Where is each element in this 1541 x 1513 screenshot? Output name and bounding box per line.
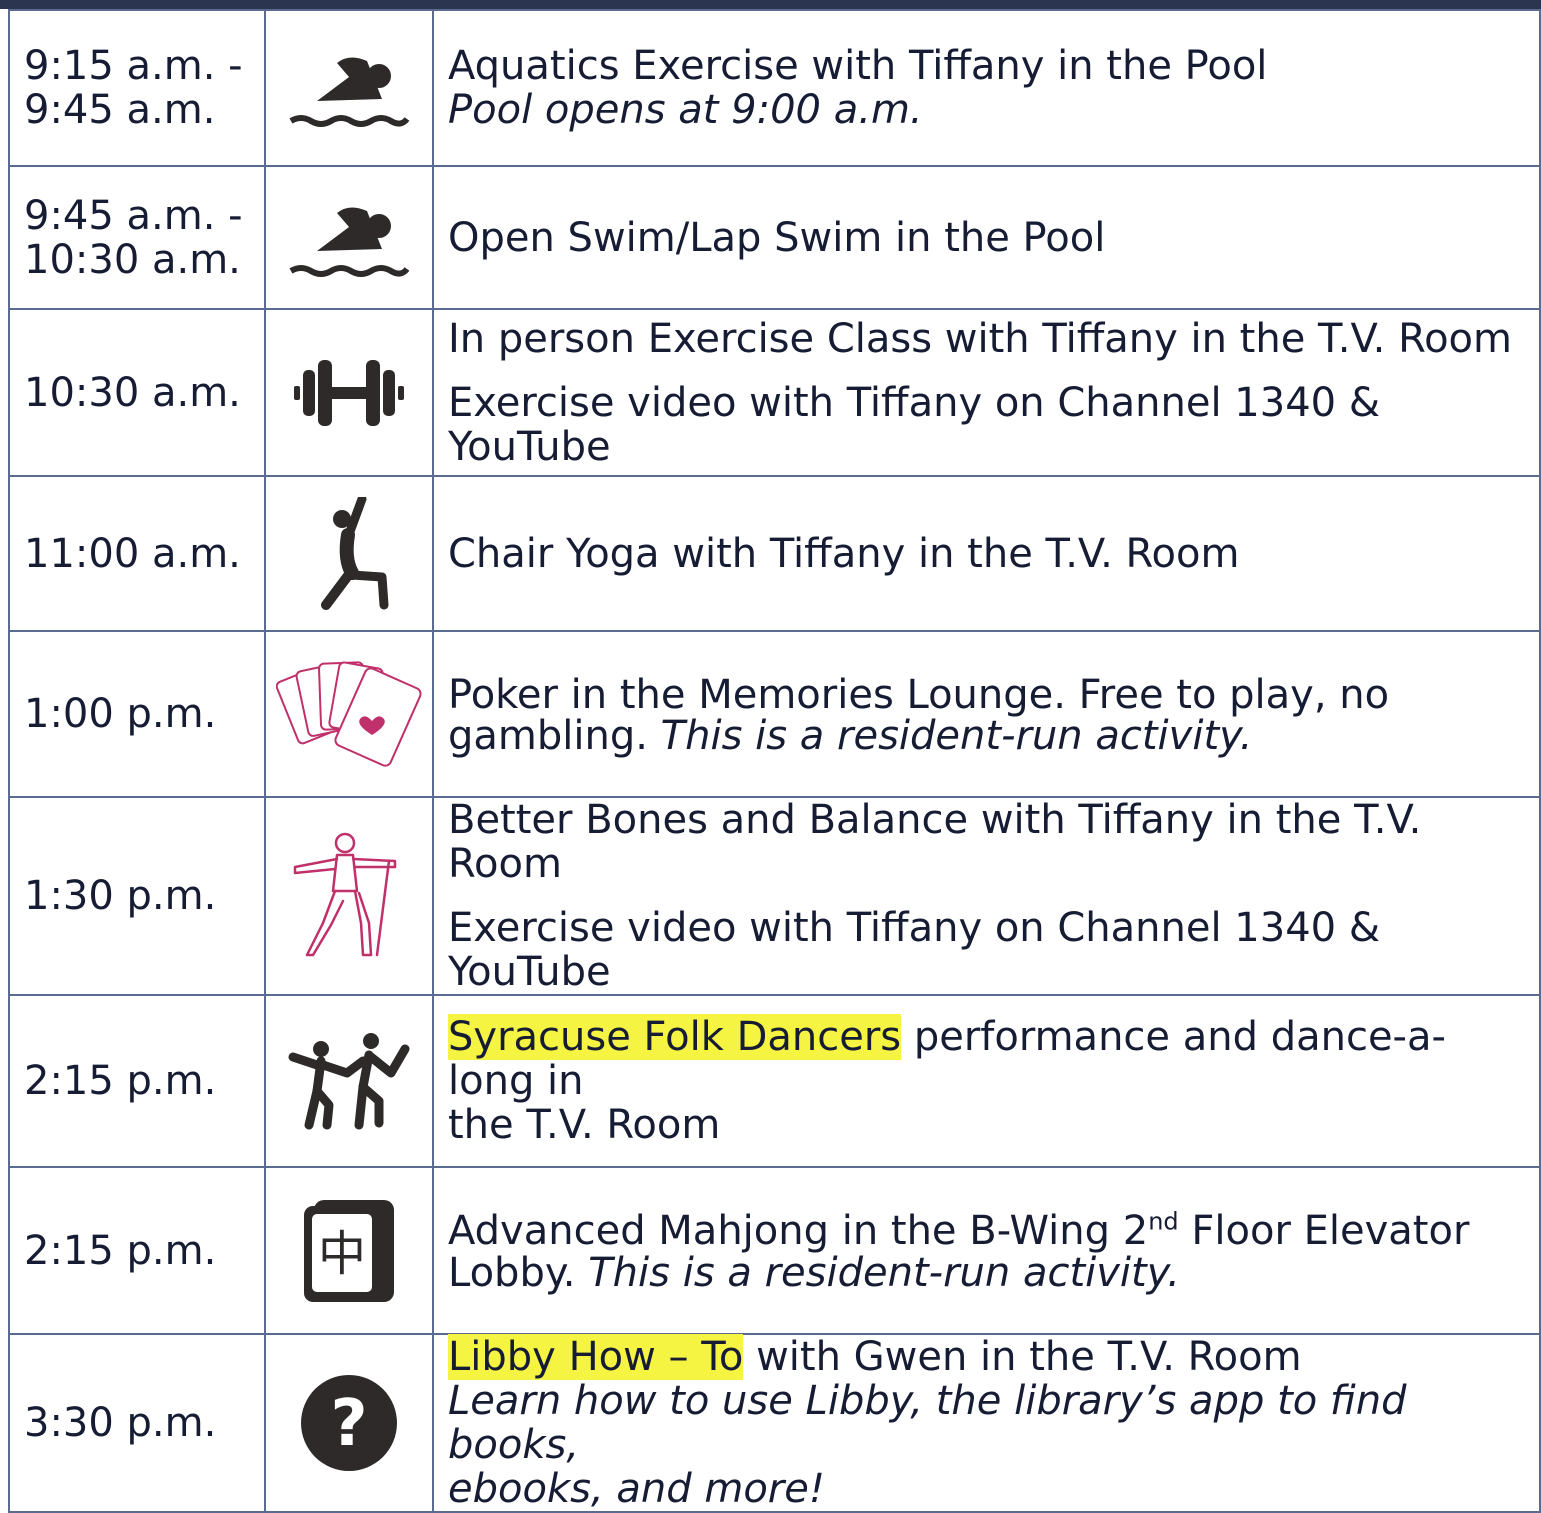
activity-note: gambling. This is a resident-run activit… [448, 716, 1531, 756]
icon-cell: ? [264, 1333, 434, 1513]
highlighted-text: Libby How – To [448, 1334, 744, 1380]
activity-text: Lobby. [448, 1249, 576, 1296]
activity-title: Open Swim/Lap Swim in the Pool [448, 214, 1106, 261]
time-cell: 3:30 p.m. [8, 1333, 266, 1513]
time-end: 9:45 a.m. [24, 87, 216, 133]
activity-text: Advanced Mahjong in the B-Wing 2 [448, 1207, 1149, 1254]
resident-run-note: This is a resident-run activity. [588, 1249, 1180, 1296]
activity-note: ebooks, and more! [448, 1466, 825, 1512]
table-row: 10:30 a.m. In person Exercise Class with… [8, 308, 1541, 477]
time-cell: 2:15 p.m. [8, 994, 266, 1168]
time-cell: 1:30 p.m. [8, 796, 266, 996]
table-row: 1:00 p.m. Poker in the Memories Lounge. … [8, 630, 1541, 798]
time-cell: 9:15 a.m. - 9:45 a.m. [8, 9, 266, 167]
table-row: 1:30 p.m. Better Bones and Balance with … [8, 796, 1541, 996]
svg-text:?: ? [330, 1387, 367, 1461]
playing-cards-icon [276, 661, 422, 767]
ordinal-suffix: nd [1148, 1207, 1179, 1236]
dancers-icon [288, 1033, 410, 1130]
icon-cell [264, 308, 434, 477]
time-cell: 10:30 a.m. [8, 308, 266, 477]
table-row: 2:15 p.m. Syracuse Folk Dancers performa… [8, 994, 1541, 1168]
activity-cell: Advanced Mahjong in the B-Wing 2nd Floor… [432, 1166, 1541, 1335]
activity-title: Better Bones and Balance with Tiffany in… [448, 797, 1422, 887]
time-start: 3:30 p.m. [24, 1400, 217, 1446]
icon-cell: 中 [264, 1166, 434, 1335]
time-start: 1:30 p.m. [24, 873, 217, 919]
activity-cell: Poker in the Memories Lounge. Free to pl… [432, 630, 1541, 798]
time-start: 9:15 a.m. - [24, 43, 243, 89]
table-row: 11:00 a.m. Chair Yoga with Tiffany in th… [8, 475, 1541, 632]
activity-cell: Syracuse Folk Dancers performance and da… [432, 994, 1541, 1168]
time-start: 2:15 p.m. [24, 1058, 217, 1104]
activity-note: Exercise video with Tiffany on Channel 1… [448, 379, 1381, 470]
icon-cell [264, 994, 434, 1168]
activity-text: with Gwen in the T.V. Room [756, 1334, 1302, 1380]
table-row: 9:15 a.m. - 9:45 a.m. Aquatics Exercise … [8, 9, 1541, 167]
schedule-table: 9:15 a.m. - 9:45 a.m. Aquatics Exercise … [8, 9, 1541, 1513]
activity-text: Floor Elevator [1191, 1207, 1470, 1254]
table-row: 3:30 p.m. ? Libby How – To with Gwen in … [8, 1333, 1541, 1513]
question-mark-icon: ? [301, 1375, 397, 1471]
swimmer-icon [289, 206, 410, 277]
activity-title: Chair Yoga with Tiffany in the T.V. Room [448, 530, 1240, 577]
activity-cell: Aquatics Exercise with Tiffany in the Po… [432, 9, 1541, 167]
activity-cell: Better Bones and Balance with Tiffany in… [432, 796, 1541, 996]
activity-note: Pool opens at 9:00 a.m. [448, 87, 923, 133]
activity-note: Exercise video with Tiffany on Channel 1… [448, 905, 1381, 995]
activity-title: In person Exercise Class with Tiffany in… [448, 315, 1512, 362]
svg-text:中: 中 [318, 1226, 366, 1282]
mahjong-tile-icon: 中 [304, 1199, 394, 1302]
time-start: 1:00 p.m. [24, 691, 217, 737]
activity-cell: Libby How – To with Gwen in the T.V. Roo… [432, 1333, 1541, 1513]
table-row: 2:15 p.m. 中 Advanced Mahjong in the B-Wi… [8, 1166, 1541, 1335]
activity-note: Lobby. This is a resident-run activity. [448, 1253, 1531, 1293]
dumbbell-icon [294, 359, 404, 426]
time-start: 10:30 a.m. [24, 369, 241, 416]
time-cell: 2:15 p.m. [8, 1166, 266, 1335]
activity-title: Syracuse Folk Dancers performance and da… [448, 1014, 1531, 1103]
activity-title: Advanced Mahjong in the B-Wing 2nd Floor… [448, 1209, 1531, 1253]
activity-text: gambling. [448, 713, 648, 759]
time-cell: 1:00 p.m. [8, 630, 266, 798]
activity-cell: Open Swim/Lap Swim in the Pool [432, 165, 1541, 310]
yoga-pose-icon [321, 496, 389, 610]
icon-cell [264, 475, 434, 632]
activity-title: Poker in the Memories Lounge. Free to pl… [448, 672, 1390, 718]
time-cell: 9:45 a.m. - 10:30 a.m. [8, 165, 266, 310]
resident-run-note: This is a resident-run activity. [660, 713, 1253, 759]
time-start: 2:15 p.m. [24, 1227, 217, 1274]
activity-title: Libby How – To with Gwen in the T.V. Roo… [448, 1334, 1531, 1380]
icon-cell [264, 9, 434, 167]
highlighted-text: Syracuse Folk Dancers [448, 1014, 902, 1060]
activity-note: Learn how to use Libby, the library’s ap… [448, 1378, 1407, 1468]
activity-title: Aquatics Exercise with Tiffany in the Po… [448, 43, 1268, 89]
activity-cell: In person Exercise Class with Tiffany in… [432, 308, 1541, 477]
activity-cell: Chair Yoga with Tiffany in the T.V. Room [432, 475, 1541, 632]
time-cell: 11:00 a.m. [8, 475, 266, 632]
icon-cell [264, 796, 434, 996]
time-start: 11:00 a.m. [24, 530, 241, 577]
time-end: 10:30 a.m. [24, 236, 241, 283]
icon-cell [264, 630, 434, 798]
activity-text: the T.V. Room [448, 1102, 721, 1148]
balance-figure-icon [293, 832, 397, 957]
icon-cell [264, 165, 434, 310]
time-start: 9:45 a.m. - [24, 192, 243, 239]
header-bar [0, 0, 1541, 9]
swimmer-icon [289, 57, 410, 127]
table-row: 9:45 a.m. - 10:30 a.m. Open Swim/Lap Swi… [8, 165, 1541, 310]
